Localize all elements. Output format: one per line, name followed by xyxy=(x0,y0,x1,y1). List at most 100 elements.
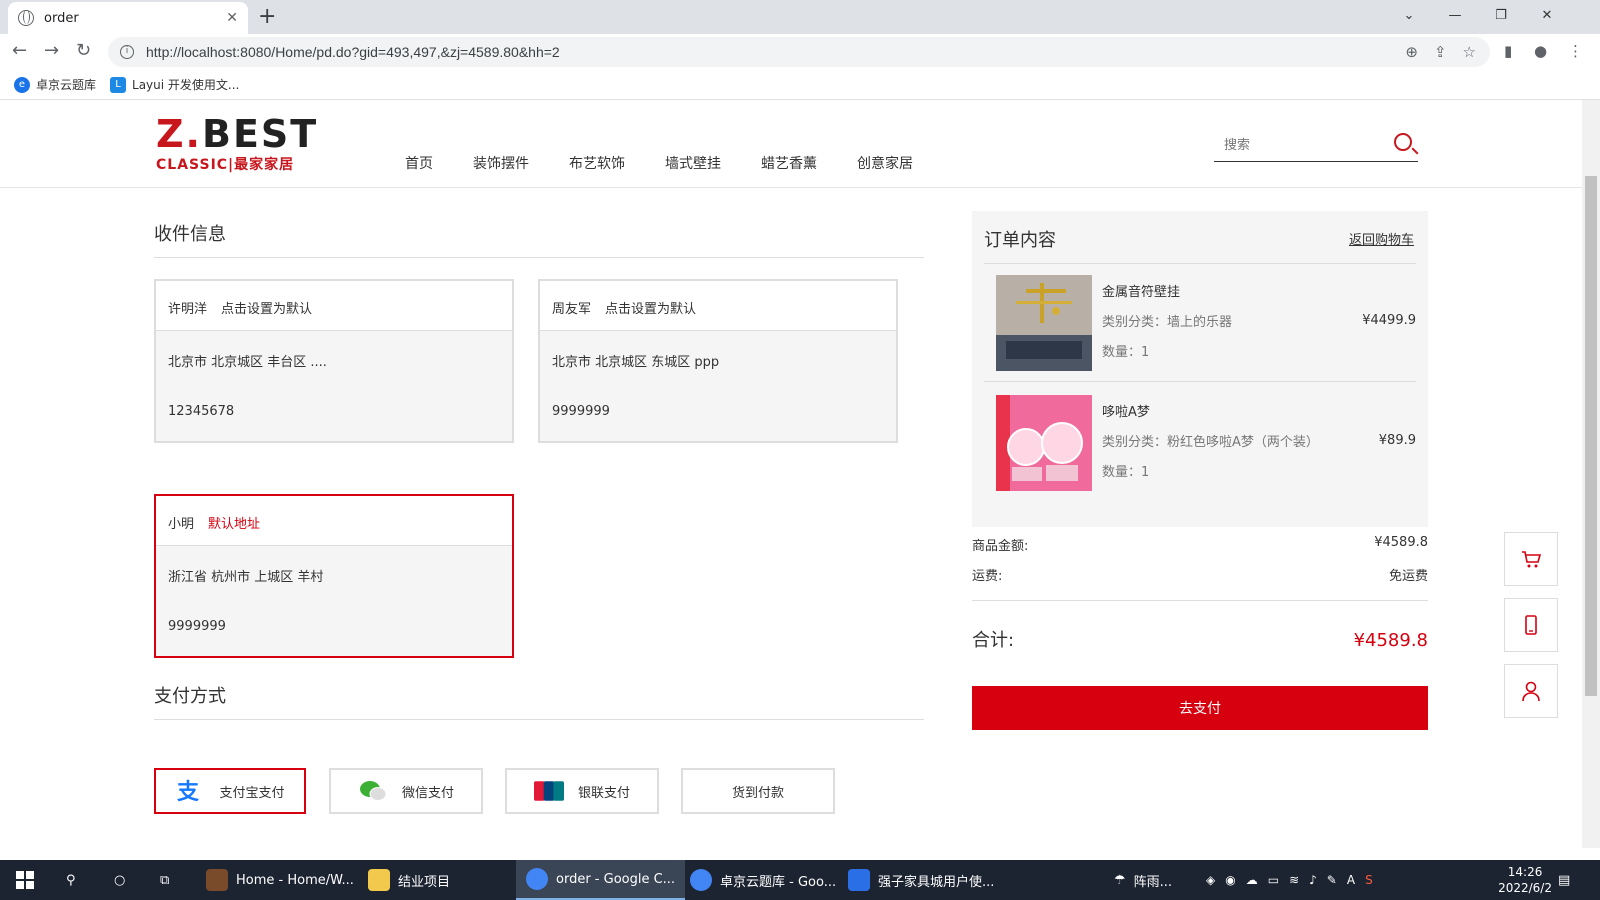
app-icon xyxy=(206,869,228,891)
pay-alipay-button[interactable]: 支 支付宝支付 xyxy=(154,768,306,814)
logo-bottom: CLASSIC|最家家居 xyxy=(156,157,295,173)
notification-button[interactable]: ▤ xyxy=(1548,860,1580,900)
taskbar-app[interactable]: order - Google C... xyxy=(516,860,686,900)
divider xyxy=(972,600,1428,601)
search-input[interactable] xyxy=(1214,130,1374,160)
menu-icon[interactable]: ⋮ xyxy=(1568,42,1583,60)
url-text[interactable]: http://localhost:8080/Home/pd.do?gid=493… xyxy=(146,44,560,60)
pay-cod-button[interactable]: 货到付款 xyxy=(681,768,835,814)
weather-label: 阵雨... xyxy=(1133,874,1173,890)
default-address-badge: 默认地址 xyxy=(208,517,261,532)
folder-icon xyxy=(368,869,390,891)
shipping-fee-label: 运费: xyxy=(972,569,1003,584)
goods-amount-value: ¥4589.8 xyxy=(1374,535,1428,550)
pen-icon: ✎ xyxy=(1326,873,1337,887)
address-name: 周友军 xyxy=(552,302,592,317)
clock-date: 2022/6/2 xyxy=(1498,881,1552,895)
total-row: 合计: ¥4589.8 xyxy=(972,626,1428,652)
clock[interactable]: 14:26 2022/6/2 xyxy=(1498,864,1552,896)
start-button[interactable] xyxy=(6,860,44,900)
profile-icon[interactable]: ● xyxy=(1534,42,1547,60)
bookmark-favicon-icon: L xyxy=(110,76,127,93)
total-value: ¥4589.8 xyxy=(1353,630,1428,651)
pay-label: 微信支付 xyxy=(401,785,454,801)
window-close-button[interactable]: ✕ xyxy=(1524,0,1570,30)
tab-search-icon[interactable]: ⌄ xyxy=(1386,0,1432,30)
nav-creative[interactable]: 创意家居 xyxy=(857,153,913,173)
order-item: 金属音符壁挂 类别分类：墙上的乐器 数量：1 ¥4499.9 xyxy=(984,263,1416,381)
goods-amount-label: 商品金额: xyxy=(972,539,1029,554)
go-pay-button[interactable]: 去支付 xyxy=(972,686,1428,730)
bookmark-item[interactable]: L Layui 开发使用文... xyxy=(110,76,239,93)
bookmark-label: Layui 开发使用文... xyxy=(132,78,240,92)
cloud-icon: ☁ xyxy=(1245,873,1258,887)
restore-button[interactable]: ❐ xyxy=(1478,0,1524,30)
scrollbar-thumb[interactable] xyxy=(1585,176,1597,696)
taskbar-search-button[interactable]: ⚲ xyxy=(56,860,86,900)
browser-tab[interactable]: order ✕ xyxy=(8,2,248,34)
logo-rest: BEST xyxy=(202,112,319,156)
back-to-cart-link[interactable]: 返回购物车 xyxy=(1349,229,1414,248)
pay-unionpay-button[interactable]: 银联支付 xyxy=(505,768,659,814)
share-icon[interactable]: ⇪ xyxy=(1434,43,1447,61)
address-card[interactable]: 周友军 点击设置为默认 北京市 北京城区 东城区 ppp 9999999 xyxy=(538,279,898,443)
unionpay-icon xyxy=(533,779,564,803)
svg-text:支: 支 xyxy=(177,780,200,803)
address-card-selected[interactable]: 小明 默认地址 浙江省 杭州市 上城区 羊村 9999999 xyxy=(154,494,514,658)
cart-sidebar-button[interactable] xyxy=(1504,532,1558,586)
taskbar-app[interactable]: 结业项目 xyxy=(358,860,460,900)
taskbar-app-label: 强子家具城用户使... xyxy=(878,874,995,890)
search-icon[interactable] xyxy=(1394,133,1412,151)
bookmark-star-icon[interactable]: ☆ xyxy=(1463,43,1476,61)
goods-amount-row: 商品金额: ¥4589.8 xyxy=(972,535,1428,554)
item-price: ¥89.9 xyxy=(1378,433,1416,448)
pay-wechat-button[interactable]: 微信支付 xyxy=(329,768,483,814)
windows-icon xyxy=(16,871,34,889)
address-bar[interactable]: i http://localhost:8080/Home/pd.do?gid=4… xyxy=(108,37,1490,67)
nav-decor[interactable]: 装饰摆件 xyxy=(473,153,529,173)
set-default-link[interactable]: 点击设置为默认 xyxy=(605,302,696,317)
zoom-icon[interactable]: ⊕ xyxy=(1405,43,1418,61)
bookmark-item[interactable]: e 卓京云题库 xyxy=(14,76,96,93)
os-taskbar: ⚲ ○ ⧉ Home - Home/W... 结业项目 order - Goog… xyxy=(0,860,1600,900)
search-icon: ⚲ xyxy=(66,872,76,888)
nav-candle[interactable]: 蜡艺香薰 xyxy=(761,153,817,173)
taskbar-app[interactable]: Home - Home/W... xyxy=(196,860,364,900)
taskbar-app-label: 卓京云题库 - Goo... xyxy=(720,874,837,890)
nav-wall[interactable]: 墙式壁挂 xyxy=(665,153,721,173)
payment-title: 支付方式 xyxy=(154,686,226,707)
side-panel-icon[interactable]: ▮ xyxy=(1504,42,1512,60)
mobile-phone-icon xyxy=(1525,615,1537,635)
item-category: 类别分类：墙上的乐器 xyxy=(1102,315,1233,330)
tab-title: order xyxy=(44,10,79,26)
address-region: 北京市 北京城区 丰台区 .... xyxy=(168,355,327,370)
order-title: 订单内容 xyxy=(984,230,1056,251)
cortana-button[interactable]: ○ xyxy=(104,860,135,900)
nav-fabric[interactable]: 布艺软饰 xyxy=(569,153,625,173)
address-card[interactable]: 许明洋 点击设置为默认 北京市 北京城区 丰台区 .... 12345678 xyxy=(154,279,514,443)
new-tab-button[interactable]: + xyxy=(258,4,276,29)
minimize-button[interactable]: — xyxy=(1432,0,1478,30)
taskbar-app[interactable]: 卓京云题库 - Goo... xyxy=(680,860,846,900)
task-view-button[interactable]: ⧉ xyxy=(150,860,179,900)
weather-widget[interactable]: ☂ 阵雨... xyxy=(1104,860,1182,900)
item-price: ¥4499.9 xyxy=(1362,313,1416,328)
mobile-sidebar-button[interactable] xyxy=(1504,598,1558,652)
user-sidebar-button[interactable] xyxy=(1504,664,1558,718)
total-label: 合计: xyxy=(972,630,1015,651)
set-default-link[interactable]: 点击设置为默认 xyxy=(221,302,312,317)
notification-icon: ▤ xyxy=(1558,872,1571,888)
back-icon[interactable]: ← xyxy=(12,40,27,61)
close-tab-icon[interactable]: ✕ xyxy=(226,10,238,26)
reload-icon[interactable]: ↻ xyxy=(76,40,91,61)
site-logo[interactable]: Z.BEST CLASSIC|最家家居 xyxy=(156,114,318,174)
nav-home[interactable]: 首页 xyxy=(405,153,433,173)
site-info-icon[interactable]: i xyxy=(120,45,134,59)
taskbar-app[interactable]: 强子家具城用户使... xyxy=(838,860,1004,900)
shipping-fee-value: 免运费 xyxy=(1388,569,1428,584)
forward-icon[interactable]: → xyxy=(44,40,59,61)
globe-icon xyxy=(18,10,34,26)
system-tray[interactable]: ◈ ◉ ☁ ▭ ≋ ♪ ✎ A S xyxy=(1196,860,1383,900)
wall-art-thumbnail xyxy=(996,275,1092,371)
clock-time: 14:26 xyxy=(1507,865,1543,879)
